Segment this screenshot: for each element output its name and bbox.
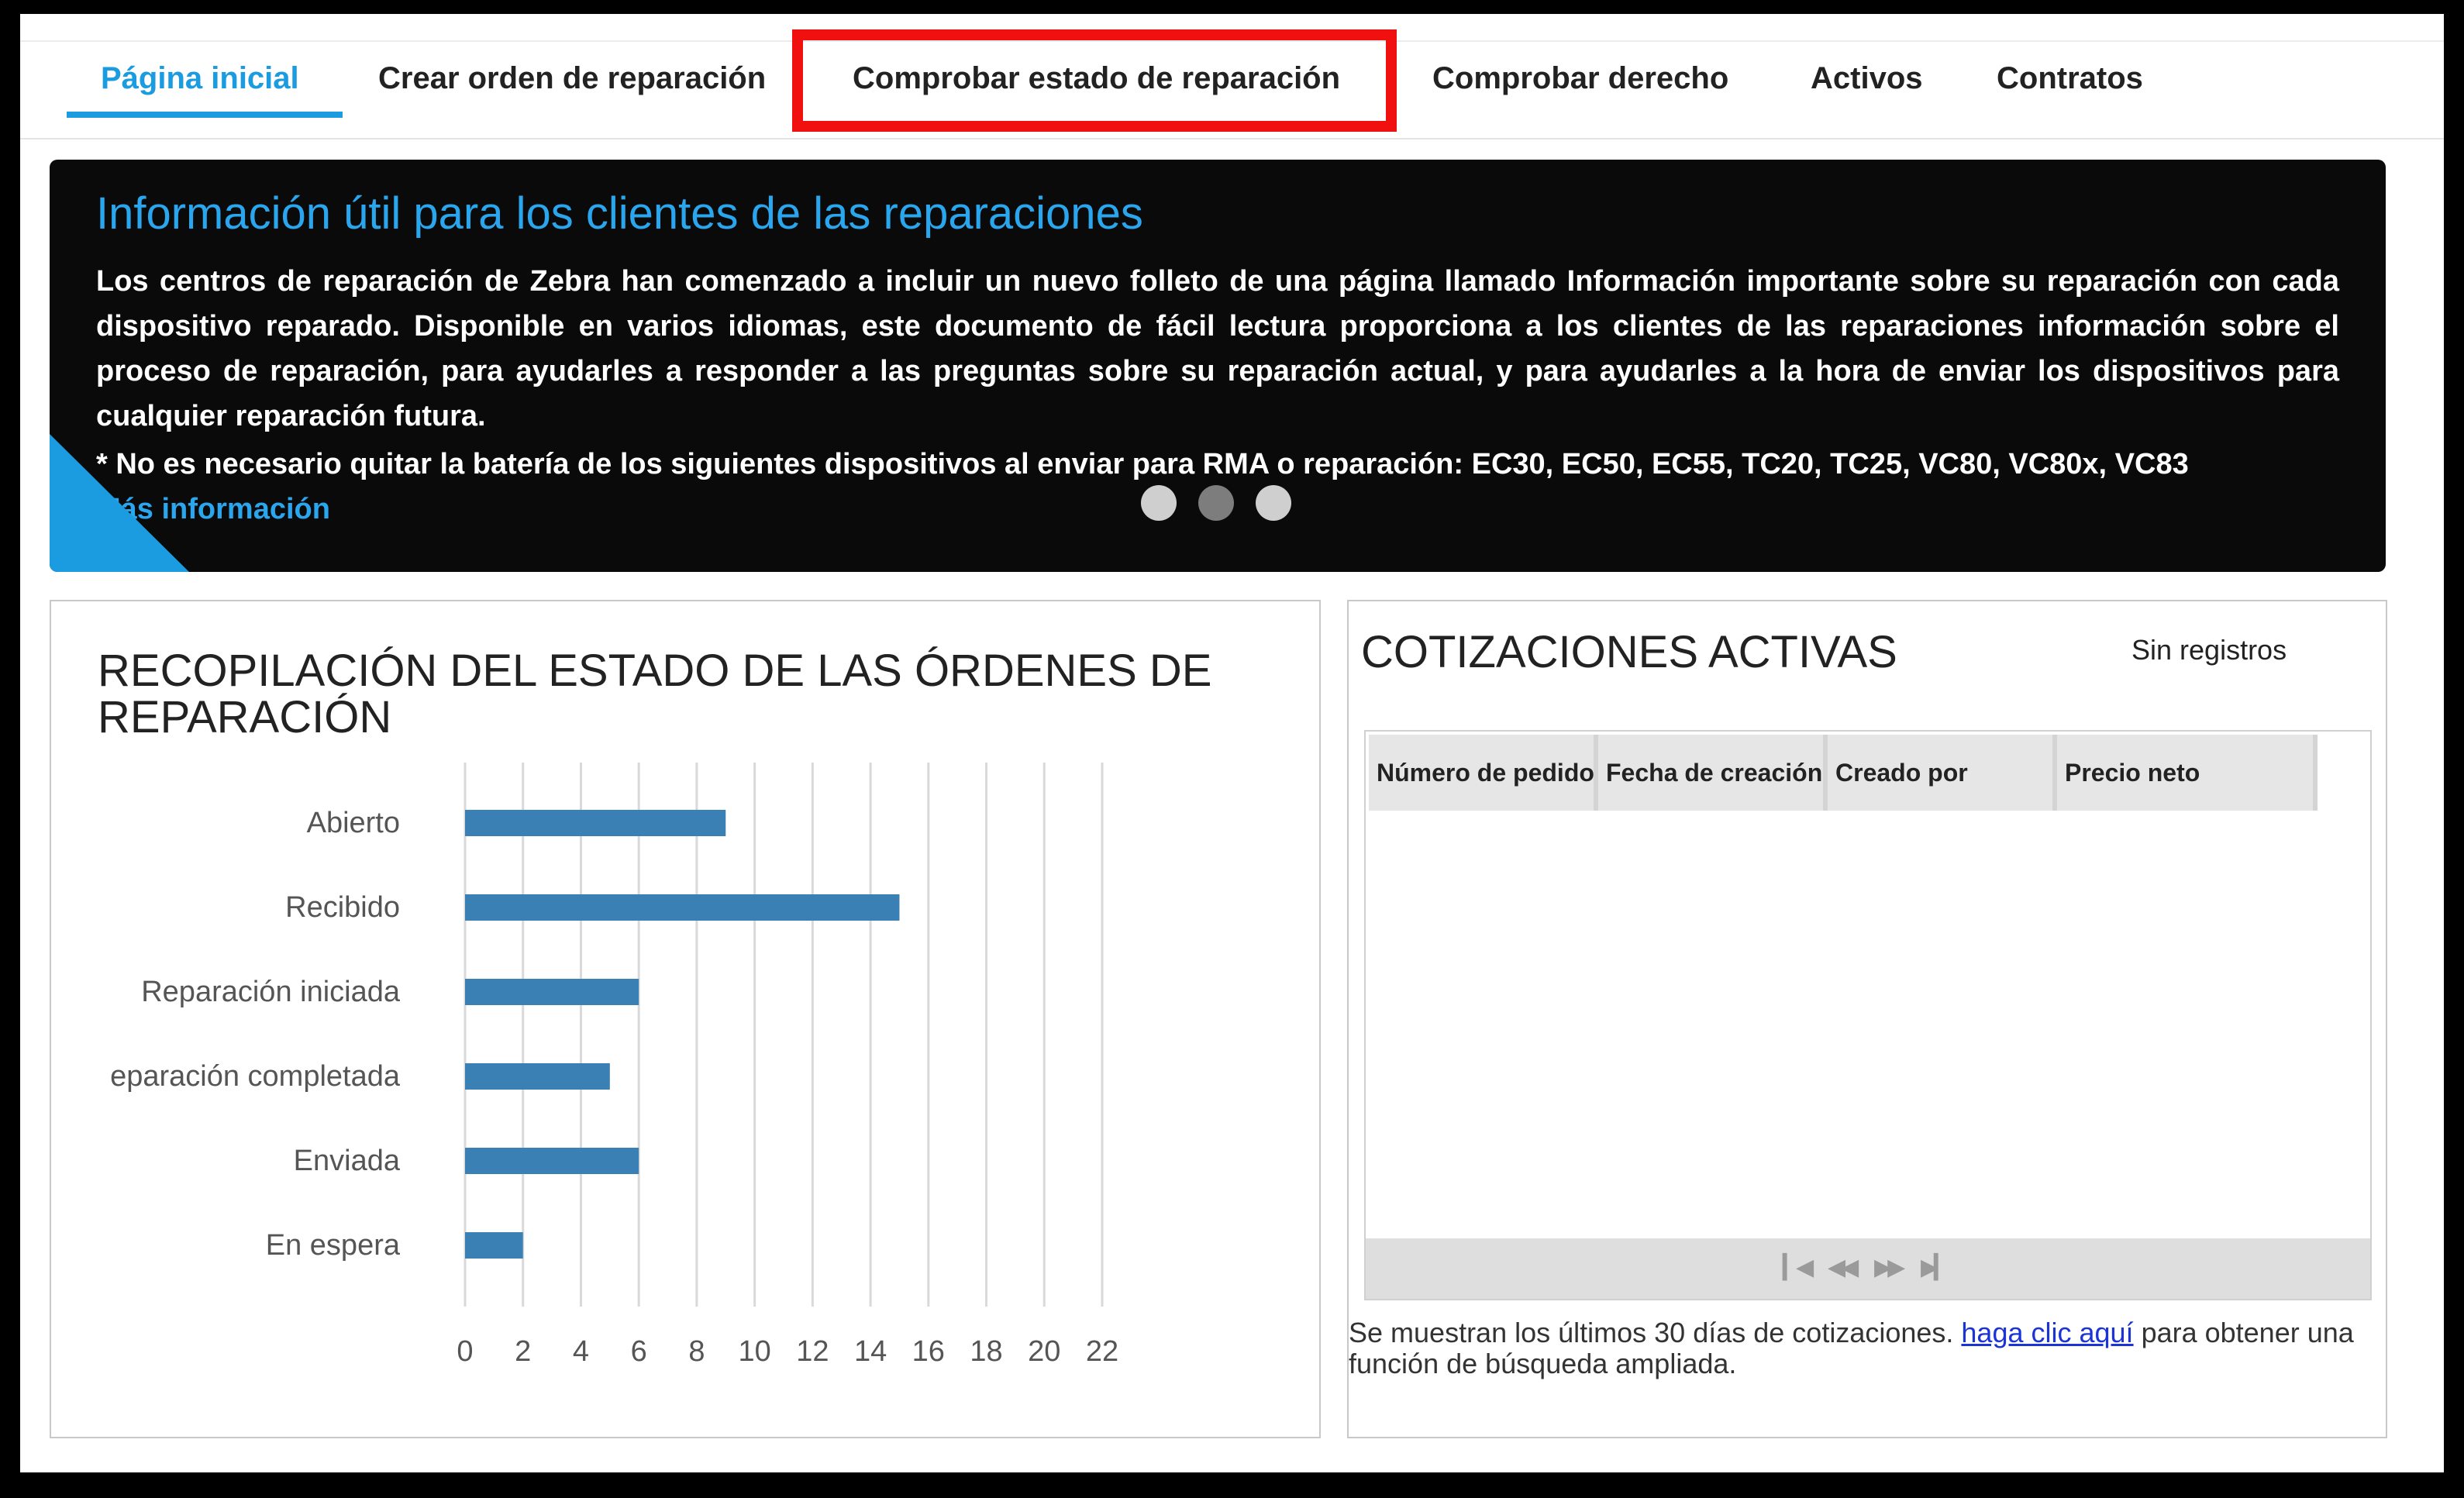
top-nav: Página inicial Crear orden de reparación… — [20, 29, 2444, 139]
active-quotes-title: COTIZACIONES ACTIVAS — [1361, 627, 1897, 677]
active-tab-underline — [67, 112, 343, 118]
bar — [465, 810, 726, 836]
first-page-icon[interactable]: ▎◀ — [1783, 1254, 1814, 1281]
column-numero-pedido[interactable]: Número de pedido — [1369, 735, 1598, 811]
repair-status-chart: 0 2 4 6 8 10 12 14 16 18 20 22 Abierto Recibido Repara… — [110, 763, 1118, 1368]
quotes-table: Número de pedido Fecha de creación Cread… — [1364, 730, 2372, 1300]
x-tick-label: 2 — [515, 1335, 531, 1368]
quotes-table-header: Número de pedido Fecha de creación Cread… — [1369, 735, 2322, 811]
expanded-search-link[interactable]: haga clic aquí — [1961, 1317, 2133, 1348]
prev-page-icon[interactable]: ◀◀ — [1828, 1254, 1859, 1281]
column-precio-neto[interactable]: Precio neto — [2057, 735, 2318, 811]
tab-crear-orden[interactable]: Crear orden de reparación — [378, 42, 766, 115]
banner-title: Información útil para los clientes de la… — [96, 188, 1143, 239]
quotes-note: Se muestran los últimos 30 días de cotiz… — [1349, 1317, 2387, 1379]
info-banner: Información útil para los clientes de la… — [50, 160, 2386, 572]
bar — [465, 894, 900, 921]
last-page-icon[interactable]: ▶▎ — [1921, 1254, 1952, 1281]
banner-body: Los centros de reparación de Zebra han c… — [96, 265, 2339, 432]
quotes-note-text: Se muestran los últimos 30 días de cotiz… — [1349, 1317, 1962, 1348]
carousel-dot-2[interactable] — [1198, 485, 1234, 521]
category-label: En espera — [266, 1229, 401, 1262]
bar — [465, 1063, 610, 1090]
tab-pagina-inicial[interactable]: Página inicial — [101, 42, 299, 115]
tab-contratos[interactable]: Contratos — [1997, 42, 2143, 115]
bar — [465, 1148, 639, 1174]
page: Página inicial Crear orden de reparación… — [20, 14, 2444, 1472]
next-page-icon[interactable]: ▶▶ — [1874, 1254, 1905, 1281]
banner-note: * No es necesario quitar la batería de l… — [96, 448, 2189, 480]
carousel-dot-3[interactable] — [1256, 485, 1291, 521]
tab-comprobar-derecho[interactable]: Comprobar derecho — [1432, 42, 1728, 115]
tab-activos[interactable]: Activos — [1811, 42, 1923, 115]
quotes-table-pager: ▎◀ ◀◀ ▶▶ ▶▎ — [1366, 1238, 2370, 1299]
category-label: eparación completada — [110, 1060, 401, 1093]
column-creado-por[interactable]: Creado por — [1828, 735, 2057, 811]
x-tick-label: 20 — [1028, 1335, 1060, 1368]
x-tick-label: 12 — [796, 1335, 829, 1368]
x-tick-label: 10 — [738, 1335, 770, 1368]
active-quotes-panel: COTIZACIONES ACTIVAS Sin registros Númer… — [1347, 600, 2387, 1438]
highlight-box — [792, 29, 1397, 132]
column-fecha-creacion[interactable]: Fecha de creación — [1598, 735, 1828, 811]
x-tick-label: 6 — [631, 1335, 647, 1368]
x-tick-label: 16 — [912, 1335, 945, 1368]
category-label: Recibido — [285, 891, 400, 924]
bar — [465, 1232, 523, 1259]
x-tick-label: 22 — [1086, 1335, 1118, 1368]
repair-status-panel: RECOPILACIÓN DEL ESTADO DE LAS ÓRDENES D… — [50, 600, 1321, 1438]
category-label: Enviada — [294, 1145, 401, 1177]
category-label: Abierto — [307, 807, 400, 839]
x-tick-label: 18 — [970, 1335, 1002, 1368]
banner-corner-decoration — [50, 434, 189, 572]
bar — [465, 979, 639, 1005]
x-tick-label: 14 — [854, 1335, 887, 1368]
records-count: Sin registros — [2131, 634, 2287, 666]
x-tick-label: 4 — [573, 1335, 589, 1368]
category-label: Reparación iniciada — [141, 976, 401, 1008]
x-tick-label: 8 — [688, 1335, 705, 1368]
x-tick-label: 0 — [457, 1335, 473, 1368]
carousel-dot-1[interactable] — [1141, 485, 1177, 521]
